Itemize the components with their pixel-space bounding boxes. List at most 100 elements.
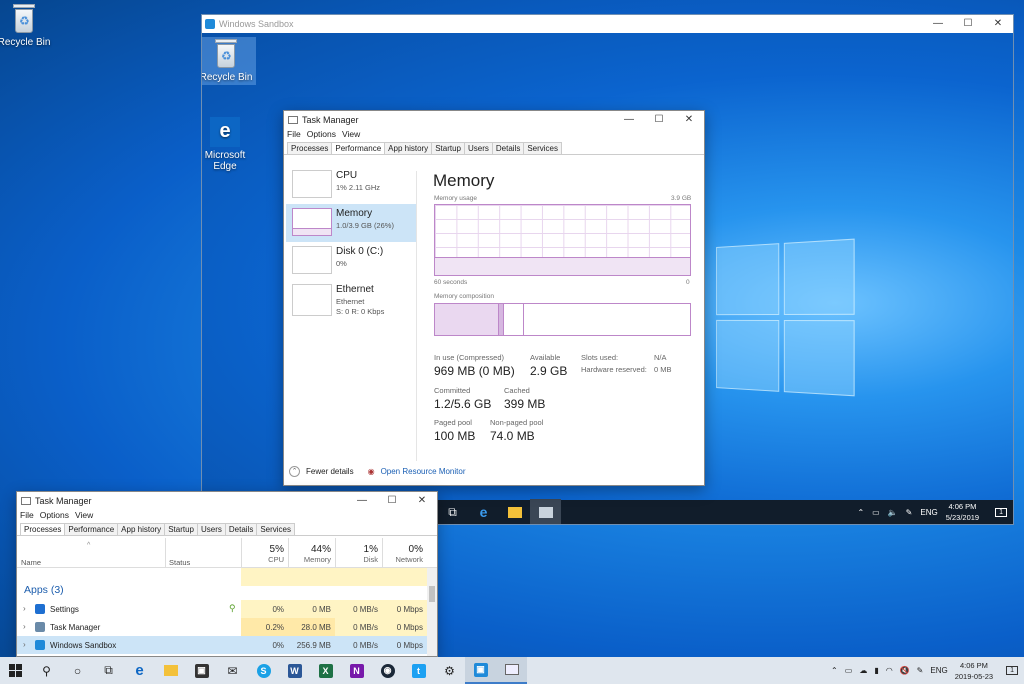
recycle-bin-icon <box>213 39 239 69</box>
search-icon[interactable]: ⚲ <box>31 657 62 684</box>
tm1-tab-performance[interactable]: Performance <box>331 142 386 154</box>
notification-center-icon[interactable]: 1 <box>1006 666 1018 675</box>
column-cpu[interactable]: 5% CPU <box>241 538 288 568</box>
column-status[interactable]: Status <box>169 558 190 567</box>
tm2-tab-performance[interactable]: Performance <box>64 523 119 535</box>
tm2-tab-services[interactable]: Services <box>256 523 296 535</box>
sandbox-edge-taskbar-icon[interactable]: e <box>468 499 499 525</box>
fewer-details-link[interactable]: Fewer details <box>306 467 354 476</box>
sandbox-edge-shortcut[interactable]: e Microsoft Edge <box>202 117 254 172</box>
pen-icon[interactable]: ✎ <box>917 666 924 675</box>
tray-photo-icon[interactable]: ▭ <box>845 666 853 675</box>
tm1-tab-startup[interactable]: Startup <box>431 142 465 154</box>
open-resource-monitor-link[interactable]: Open Resource Monitor <box>381 467 466 476</box>
sandbox-recycle-bin[interactable]: Recycle Bin <box>202 37 256 85</box>
tm1-menu-file[interactable]: File <box>287 129 301 142</box>
battery-icon[interactable]: ▮ <box>874 666 878 675</box>
mail-icon[interactable]: ✉ <box>217 657 248 684</box>
column-network[interactable]: 0% Network <box>382 538 427 568</box>
excel-icon[interactable]: X <box>310 657 341 684</box>
column-name[interactable]: Name <box>21 558 41 567</box>
file-explorer-icon[interactable] <box>155 657 186 684</box>
twitter-icon[interactable]: t <box>403 657 434 684</box>
sandbox-taskmanager-taskbar-icon[interactable] <box>530 498 561 524</box>
row-disk: 0 MB/s <box>335 600 382 618</box>
memory-label: Memory <box>303 555 331 564</box>
chevron-up-icon[interactable]: ⌃ <box>289 466 300 477</box>
cortana-icon[interactable]: ○ <box>62 657 93 684</box>
tm2-tab-details[interactable]: Details <box>224 523 258 535</box>
tm1-tab-details[interactable]: Details <box>491 142 525 154</box>
process-list-scrollbar[interactable] <box>427 568 437 656</box>
sandbox-taskview-icon[interactable]: ⧉ <box>437 499 468 525</box>
tm1-minimize-button[interactable]: — <box>614 111 644 129</box>
tm1-close-button[interactable]: ✕ <box>674 111 704 129</box>
scrollbar-thumb[interactable] <box>429 586 435 602</box>
tm2-minimize-button[interactable]: — <box>347 492 377 510</box>
column-memory[interactable]: 44% Memory <box>288 538 335 568</box>
word-icon[interactable]: W <box>279 657 310 684</box>
tm2-tab-app-history[interactable]: App history <box>117 523 166 535</box>
store-icon[interactable]: ▣ <box>186 657 217 684</box>
skype-icon[interactable]: S <box>248 657 279 684</box>
start-button[interactable] <box>0 657 31 684</box>
tray-clock[interactable]: 4:06 PM 2019-05-23 <box>955 660 993 682</box>
tm1-tab-services[interactable]: Services <box>523 142 563 154</box>
table-row[interactable]: › Settings ⚲ 0% 0 MB 0 MB/s 0 Mbps <box>17 600 427 618</box>
table-row[interactable]: › Windows Sandbox 0% 256.9 MB 0 MB/s 0 M… <box>17 636 427 654</box>
volume-muted-icon[interactable]: 🔇 <box>900 666 910 675</box>
tm1-tab-processes[interactable]: Processes <box>287 142 333 154</box>
row-memory: 256.9 MB <box>296 641 331 650</box>
tm2-menu-file[interactable]: File <box>20 510 34 523</box>
sandbox-minimize-button[interactable]: — <box>923 15 953 33</box>
perf-item-cpu[interactable]: CPU 1% 2.11 GHz <box>286 166 416 204</box>
tm2-menu-view[interactable]: View <box>75 510 93 523</box>
perf-item-disk[interactable]: Disk 0 (C:) 0% <box>286 242 416 280</box>
perf-item-ethernet[interactable]: Ethernet Ethernet S: 0 R: 0 Kbps <box>286 280 416 324</box>
sandbox-explorer-icon[interactable] <box>499 499 530 525</box>
tm2-maximize-button[interactable]: ☐ <box>377 492 407 510</box>
tm2-titlebar[interactable]: Task Manager — ☐ ✕ <box>17 492 437 510</box>
cpu-sub: 1% 2.11 GHz <box>336 183 381 192</box>
tm2-close-button[interactable]: ✕ <box>407 492 437 510</box>
tm1-titlebar[interactable]: Task Manager — ☐ ✕ <box>284 111 704 129</box>
tm1-menu-options[interactable]: Options <box>307 129 336 142</box>
expand-arrow-icon[interactable]: › <box>23 604 26 613</box>
edge-taskbar-icon[interactable]: e <box>124 657 155 684</box>
tray-chevron-up-icon[interactable]: ⌃ <box>831 666 838 675</box>
sandbox-notification-icon[interactable]: 1 <box>995 507 1007 517</box>
tm1-tab-users[interactable]: Users <box>463 142 493 154</box>
table-row[interactable]: › Task Manager 0.2% 28.0 MB 0 MB/s 0 Mbp… <box>17 618 427 636</box>
expand-arrow-icon[interactable]: › <box>23 640 26 649</box>
steam-icon[interactable]: ◉ <box>372 657 403 684</box>
wifi-icon[interactable]: ◠ <box>886 666 893 675</box>
apps-group-label[interactable]: Apps (3) <box>24 584 64 596</box>
column-disk[interactable]: 1% Disk <box>335 538 382 568</box>
sandbox-tray-network-icon[interactable]: ▭ <box>872 508 880 517</box>
sandbox-tray-clock[interactable]: 4:06 PM 5/23/2019 <box>946 501 979 523</box>
sandbox-close-button[interactable]: ✕ <box>983 15 1013 33</box>
tm2-tab-users[interactable]: Users <box>196 523 226 535</box>
perf-item-memory[interactable]: Memory 1.0/3.9 GB (26%) <box>286 204 416 242</box>
onenote-icon[interactable]: N <box>341 657 372 684</box>
tm1-tab-app-history[interactable]: App history <box>384 142 433 154</box>
tm1-menu-view[interactable]: View <box>342 129 360 142</box>
tm1-maximize-button[interactable]: ☐ <box>644 111 674 129</box>
sandbox-titlebar[interactable]: Windows Sandbox — ☐ ✕ <box>202 15 1013 33</box>
expand-arrow-icon[interactable]: › <box>23 622 26 631</box>
tray-language[interactable]: ENG <box>930 666 947 675</box>
sandbox-tray-lang[interactable]: ENG <box>920 508 937 517</box>
tm2-tab-processes[interactable]: Processes <box>20 523 66 535</box>
task-view-icon[interactable]: ⧉ <box>93 657 124 684</box>
sandbox-tray-volume-icon[interactable]: 🔈 <box>888 508 898 517</box>
task-manager-taskbar-icon[interactable] <box>496 657 527 684</box>
onedrive-icon[interactable]: ☁ <box>859 666 867 675</box>
sandbox-tray-pen-icon[interactable]: ✎ <box>906 508 913 517</box>
tm2-tab-startup[interactable]: Startup <box>164 523 198 535</box>
sandbox-maximize-button[interactable]: ☐ <box>953 15 983 33</box>
sandbox-taskbar-icon[interactable]: ▣ <box>465 657 496 684</box>
recycle-bin-desktop-icon[interactable]: Recycle Bin <box>0 4 54 48</box>
tm2-menu-options[interactable]: Options <box>40 510 69 523</box>
sandbox-tray-chevron-icon[interactable]: ⌃ <box>857 508 864 517</box>
settings-gear-icon[interactable]: ⚙ <box>434 657 465 684</box>
